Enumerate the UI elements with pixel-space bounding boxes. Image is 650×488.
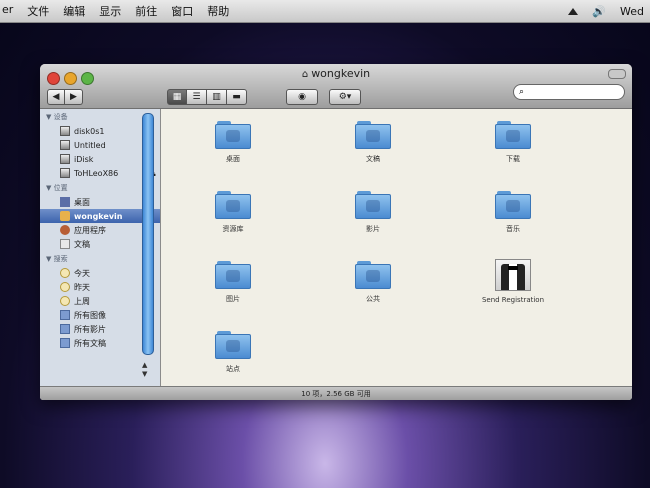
- clock[interactable]: Wed: [620, 5, 644, 18]
- smart-folder-icon: [60, 310, 70, 320]
- smart-folder-icon: [60, 324, 70, 334]
- file-label: 音乐: [506, 225, 520, 233]
- sidebar-item-label: Untitled: [74, 140, 106, 150]
- sidebar-item-label: 应用程序: [74, 225, 106, 235]
- sidebar-item-label: 所有图像: [74, 310, 106, 320]
- sidebar: ▼ 设备 disk0s1 Untitled iDisk ToHLeoX86⏏ ▼…: [40, 109, 161, 386]
- sidebar-item-label: wongkevin: [74, 211, 123, 221]
- menu-bar: er 文件 编辑 显示 前往 窗口 帮助 🔊 Wed: [0, 0, 650, 23]
- sidebar-item-label: 桌面: [74, 197, 90, 207]
- pictures-folder-icon: [215, 261, 251, 289]
- optical-disc-icon: [60, 168, 70, 178]
- clock-icon: [60, 282, 70, 292]
- gear-icon: ⚙▾: [338, 92, 352, 102]
- idisk-icon: [60, 154, 70, 164]
- home-icon: [60, 211, 70, 221]
- hard-disk-icon: [60, 140, 70, 150]
- sidebar-item-label: 文稿: [74, 239, 90, 249]
- menu-items: er 文件 编辑 显示 前往 窗口 帮助: [0, 3, 229, 19]
- menu-file[interactable]: 文件: [27, 3, 49, 19]
- file-item-downloads[interactable]: 下载: [468, 121, 558, 164]
- view-buttons: ▦ ☰ ▥ ▬: [167, 89, 247, 105]
- documents-folder-icon: [355, 121, 391, 149]
- sidebar-item-label: 所有影片: [74, 324, 106, 334]
- window-title: ⌂ wongkevin: [40, 67, 632, 80]
- scroll-arrows[interactable]: ▲ ▼: [142, 361, 147, 379]
- file-area: 桌面 文稿 下载 资源库 影片 音乐 图片 公共 Send Registrati…: [161, 109, 632, 386]
- icon-view-button[interactable]: ▦: [167, 89, 187, 105]
- downloads-folder-icon: [495, 121, 531, 149]
- clock-icon: [60, 268, 70, 278]
- menu-extras: 🔊 Wed: [568, 5, 650, 18]
- hard-disk-icon: [60, 126, 70, 136]
- home-icon: ⌂: [301, 69, 309, 80]
- search-icon: ⌕: [519, 87, 525, 97]
- file-item-documents[interactable]: 文稿: [328, 121, 418, 164]
- file-item-movies[interactable]: 影片: [328, 191, 418, 234]
- file-label: 文稿: [366, 155, 380, 163]
- toolbar-toggle-button[interactable]: [608, 69, 626, 79]
- sites-folder-icon: [215, 331, 251, 359]
- applications-icon: [60, 225, 70, 235]
- back-button[interactable]: ◀: [47, 89, 65, 105]
- forward-button[interactable]: ▶: [65, 89, 83, 105]
- music-folder-icon: [495, 191, 531, 219]
- file-item-send-registration[interactable]: Send Registration: [468, 259, 558, 304]
- library-folder-icon: [215, 191, 251, 219]
- quicklook-button[interactable]: ◉: [286, 89, 318, 105]
- file-label: 公共: [366, 295, 380, 303]
- file-label: 桌面: [226, 155, 240, 163]
- sidebar-item-label: ToHLeoX86: [74, 168, 119, 178]
- movies-folder-icon: [355, 191, 391, 219]
- menu-go[interactable]: 前往: [135, 3, 157, 19]
- file-label: 影片: [366, 225, 380, 233]
- action-button[interactable]: ⚙▾: [329, 89, 361, 105]
- menu-view[interactable]: 显示: [99, 3, 121, 19]
- sidebar-item-label: disk0s1: [74, 126, 105, 136]
- file-label: 图片: [226, 295, 240, 303]
- file-item-public[interactable]: 公共: [328, 261, 418, 304]
- sidebar-item-label: 上周: [74, 296, 90, 306]
- file-item-pictures[interactable]: 图片: [188, 261, 278, 304]
- eject-menu-icon[interactable]: [568, 7, 579, 15]
- public-folder-icon: [355, 261, 391, 289]
- file-item-library[interactable]: 资源库: [188, 191, 278, 234]
- sidebar-item-label: 所有文稿: [74, 338, 106, 348]
- sidebar-item-label: iDisk: [74, 154, 94, 164]
- eye-icon: ◉: [298, 92, 306, 102]
- file-label: 资源库: [222, 225, 244, 233]
- desktop-folder-icon: [215, 121, 251, 149]
- menu-help[interactable]: 帮助: [207, 3, 229, 19]
- file-label: 站点: [226, 365, 240, 373]
- title-bar[interactable]: ⌂ wongkevin ◀ ▶ ▦ ☰ ▥ ▬ ◉ ⚙▾ ⌕: [40, 64, 632, 109]
- menu-edit[interactable]: 编辑: [63, 3, 85, 19]
- coverflow-view-button[interactable]: ▬: [227, 89, 247, 105]
- file-item-sites[interactable]: 站点: [188, 331, 278, 374]
- documents-icon: [60, 239, 70, 249]
- status-bar: 10 项，2.56 GB 可用: [40, 386, 632, 400]
- file-item-desktop[interactable]: 桌面: [188, 121, 278, 164]
- column-view-button[interactable]: ▥: [207, 89, 227, 105]
- file-label: Send Registration: [481, 296, 545, 304]
- list-view-button[interactable]: ☰: [187, 89, 207, 105]
- smart-folder-icon: [60, 338, 70, 348]
- window-title-text: wongkevin: [311, 67, 371, 80]
- nav-buttons: ◀ ▶: [47, 89, 83, 105]
- tuxedo-icon: [495, 259, 531, 291]
- sidebar-scrollbar[interactable]: [142, 113, 154, 355]
- desktop-icon: [60, 197, 70, 207]
- sidebar-item-label: 今天: [74, 268, 90, 278]
- volume-icon[interactable]: 🔊: [592, 5, 606, 18]
- file-item-music[interactable]: 音乐: [468, 191, 558, 234]
- finder-window: ⌂ wongkevin ◀ ▶ ▦ ☰ ▥ ▬ ◉ ⚙▾ ⌕ ▼ 设备 disk0…: [40, 64, 632, 400]
- menu-app[interactable]: er: [2, 3, 13, 19]
- search-field[interactable]: ⌕: [513, 84, 625, 100]
- clock-icon: [60, 296, 70, 306]
- menu-window[interactable]: 窗口: [171, 3, 193, 19]
- sidebar-item-label: 昨天: [74, 282, 90, 292]
- file-label: 下载: [506, 155, 520, 163]
